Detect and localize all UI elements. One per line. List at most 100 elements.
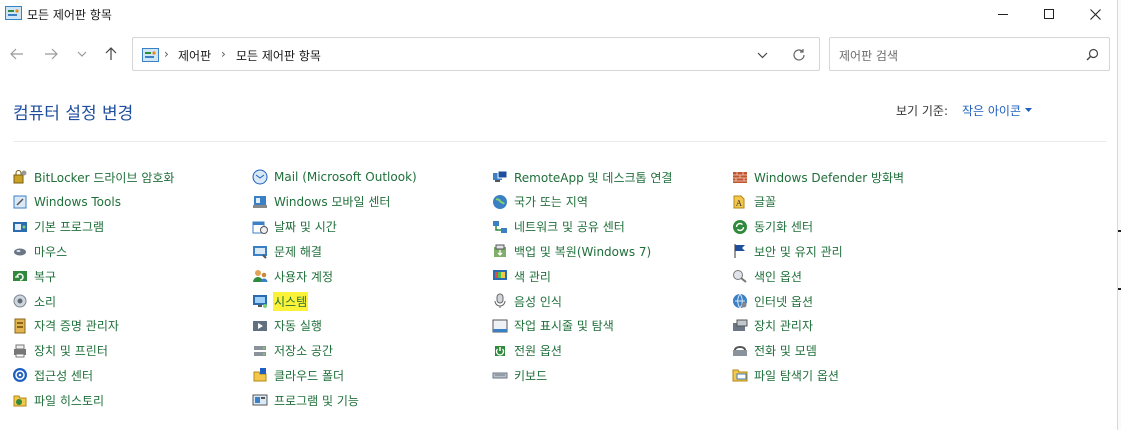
control-panel-icon [142, 48, 159, 62]
control-panel-item[interactable]: Mail (Microsoft Outlook) [252, 165, 418, 189]
control-panel-item[interactable]: 전원 옵션 [492, 339, 563, 363]
security-maintenance-icon [734, 244, 745, 259]
sync-center-icon [733, 219, 747, 234]
control-panel-item[interactable]: 국가 또는 지역 [492, 190, 589, 214]
control-panel-item[interactable]: 소리 [12, 289, 57, 313]
close-button[interactable] [1072, 0, 1118, 28]
speech-icon [494, 293, 506, 308]
control-panel-item-label: 작업 표시줄 및 탐색 [514, 319, 614, 334]
control-panel-item[interactable]: 장치 및 프린터 [12, 339, 109, 363]
control-panel-item[interactable]: 시스템 [252, 289, 309, 313]
control-panel-item[interactable]: 색 관리 [492, 264, 552, 288]
control-panel-item-label: 네트워크 및 공유 센터 [514, 220, 625, 235]
control-panel-item-label: 파일 히스토리 [34, 393, 105, 408]
control-panel-item[interactable]: 자격 증명 관리자 [12, 314, 120, 338]
color-management-icon [493, 270, 507, 281]
chevron-right-icon: › [164, 47, 169, 61]
control-panel-item[interactable]: 마우스 [12, 239, 68, 263]
system-icon [253, 295, 267, 308]
search-icon[interactable] [1086, 48, 1099, 61]
caret-down-icon [1025, 108, 1033, 112]
control-panel-item[interactable]: 자동 실행 [252, 314, 323, 338]
chevron-down-icon [757, 52, 767, 58]
control-panel-item-label: 키보드 [514, 368, 548, 383]
control-panel-item[interactable]: A 글꼴 [732, 190, 777, 214]
arrow-up-icon [105, 47, 117, 60]
mobility-center-icon [253, 195, 267, 208]
back-button[interactable] [6, 43, 28, 65]
address-dropdown-button[interactable] [751, 44, 773, 66]
page-title: 컴퓨터 설정 변경 [13, 104, 134, 124]
control-panel-item[interactable]: 복구 [12, 264, 57, 288]
programs-features-icon [252, 394, 268, 406]
control-panel-item[interactable]: 음성 인식 [492, 289, 563, 313]
address-bar[interactable]: › 제어판 › 모든 제어판 항목 [132, 37, 820, 71]
control-panel-item-label: 사용자 계정 [274, 269, 334, 284]
control-panel-item-label: 동기화 센터 [754, 220, 814, 235]
control-panel-item[interactable]: 사용자 계정 [252, 264, 334, 288]
taskbar-icon [492, 319, 508, 333]
refresh-button[interactable] [788, 44, 810, 66]
mail-icon [252, 169, 268, 185]
control-panel-item[interactable]: 백업 및 복원(Windows 7) [492, 239, 652, 263]
control-panel-item[interactable]: 날짜 및 시간 [252, 215, 338, 239]
title-bar: 모든 제어판 항목 [0, 0, 1118, 30]
control-panel-item[interactable]: 전화 및 모뎀 [732, 339, 818, 363]
windows-tools-icon [13, 195, 27, 209]
control-panel-item[interactable]: 네트워크 및 공유 센터 [492, 215, 626, 239]
sound-icon [13, 294, 27, 308]
control-panel-item[interactable]: 동기화 센터 [732, 215, 814, 239]
control-panel-item[interactable]: 보안 및 유지 관리 [732, 239, 844, 263]
control-panel-item[interactable]: Windows Defender 방화벽 [732, 165, 905, 189]
control-panel-item-label: Mail (Microsoft Outlook) [274, 170, 417, 184]
control-panel-item[interactable]: Windows 모바일 센터 [252, 190, 391, 214]
control-panel-item[interactable]: 기본 프로그램 [12, 215, 105, 239]
search-box[interactable]: 제어판 검색 [829, 37, 1110, 71]
power-icon [495, 345, 505, 356]
maximize-button[interactable] [1026, 0, 1072, 28]
storage-spaces-icon [254, 345, 266, 356]
breadcrumb-control-panel[interactable]: 제어판 [178, 47, 211, 64]
backup-icon [494, 244, 506, 258]
control-panel-item[interactable]: RemoteApp 및 데스크톱 연결 [492, 165, 673, 189]
control-panel-item[interactable]: Windows Tools [12, 190, 122, 214]
control-panel-item-label: 파일 탐색기 옵션 [754, 368, 839, 383]
control-panel-item[interactable]: 파일 히스토리 [12, 388, 105, 412]
minimize-button[interactable] [980, 0, 1026, 28]
control-panel-item[interactable]: 작업 표시줄 및 탐색 [492, 314, 615, 338]
control-panel-item[interactable]: 장치 관리자 [732, 314, 814, 338]
troubleshooting-icon [253, 246, 267, 260]
devices-printers-icon [14, 344, 26, 358]
minimize-icon [998, 14, 1008, 15]
search-placeholder: 제어판 검색 [839, 49, 899, 63]
control-panel-item-label: 복구 [34, 269, 57, 284]
close-icon [1089, 8, 1101, 20]
control-panel-item-label: 보안 및 유지 관리 [754, 244, 843, 259]
control-panel-item[interactable]: 접근성 센터 [12, 363, 94, 387]
control-panel-item-label: 인터넷 옵션 [754, 294, 814, 309]
control-panel-item[interactable]: 저장소 공간 [252, 339, 334, 363]
control-panel-item[interactable]: BitLocker 드라이브 암호화 [12, 165, 175, 189]
control-panel-item-label: 저장소 공간 [274, 344, 334, 359]
view-by-value: 작은 아이콘 [962, 104, 1022, 118]
remoteapp-icon [493, 170, 508, 182]
breadcrumb-all-items[interactable]: 모든 제어판 항목 [236, 47, 321, 64]
control-panel-item-label: 기본 프로그램 [34, 220, 105, 235]
control-panel-item[interactable]: 키보드 [492, 363, 548, 387]
forward-button[interactable] [40, 43, 62, 65]
mouse-icon [14, 248, 26, 256]
control-panel-item[interactable]: 문제 해결 [252, 239, 323, 263]
control-panel-item-label: Windows 모바일 센터 [274, 195, 391, 210]
up-button[interactable] [100, 43, 122, 65]
control-panel-item[interactable]: 파일 탐색기 옵션 [732, 363, 840, 387]
control-panel-icon [5, 6, 22, 20]
recent-locations-button[interactable] [71, 43, 93, 65]
control-panel-item[interactable]: 색인 옵션 [732, 264, 803, 288]
control-panel-item[interactable]: 프로그램 및 기능 [252, 388, 360, 412]
control-panel-item[interactable]: 클라우드 폴더 [252, 363, 345, 387]
view-by-dropdown[interactable]: 작은 아이콘 [962, 102, 1033, 119]
control-panel-item[interactable]: 인터넷 옵션 [732, 289, 814, 313]
recovery-icon [13, 271, 27, 282]
control-panel-item-label: 전화 및 모뎀 [754, 344, 817, 359]
control-panel-item-label: 음성 인식 [514, 294, 562, 309]
